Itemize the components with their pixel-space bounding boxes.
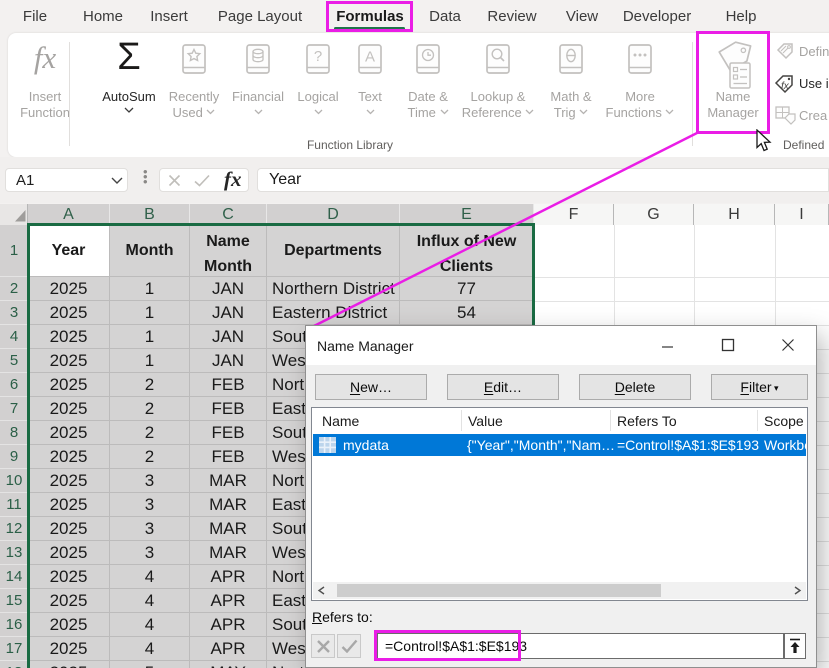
svg-text:?: ? xyxy=(314,48,322,65)
svg-text:fx: fx xyxy=(781,81,790,92)
svg-text:A: A xyxy=(365,49,375,66)
